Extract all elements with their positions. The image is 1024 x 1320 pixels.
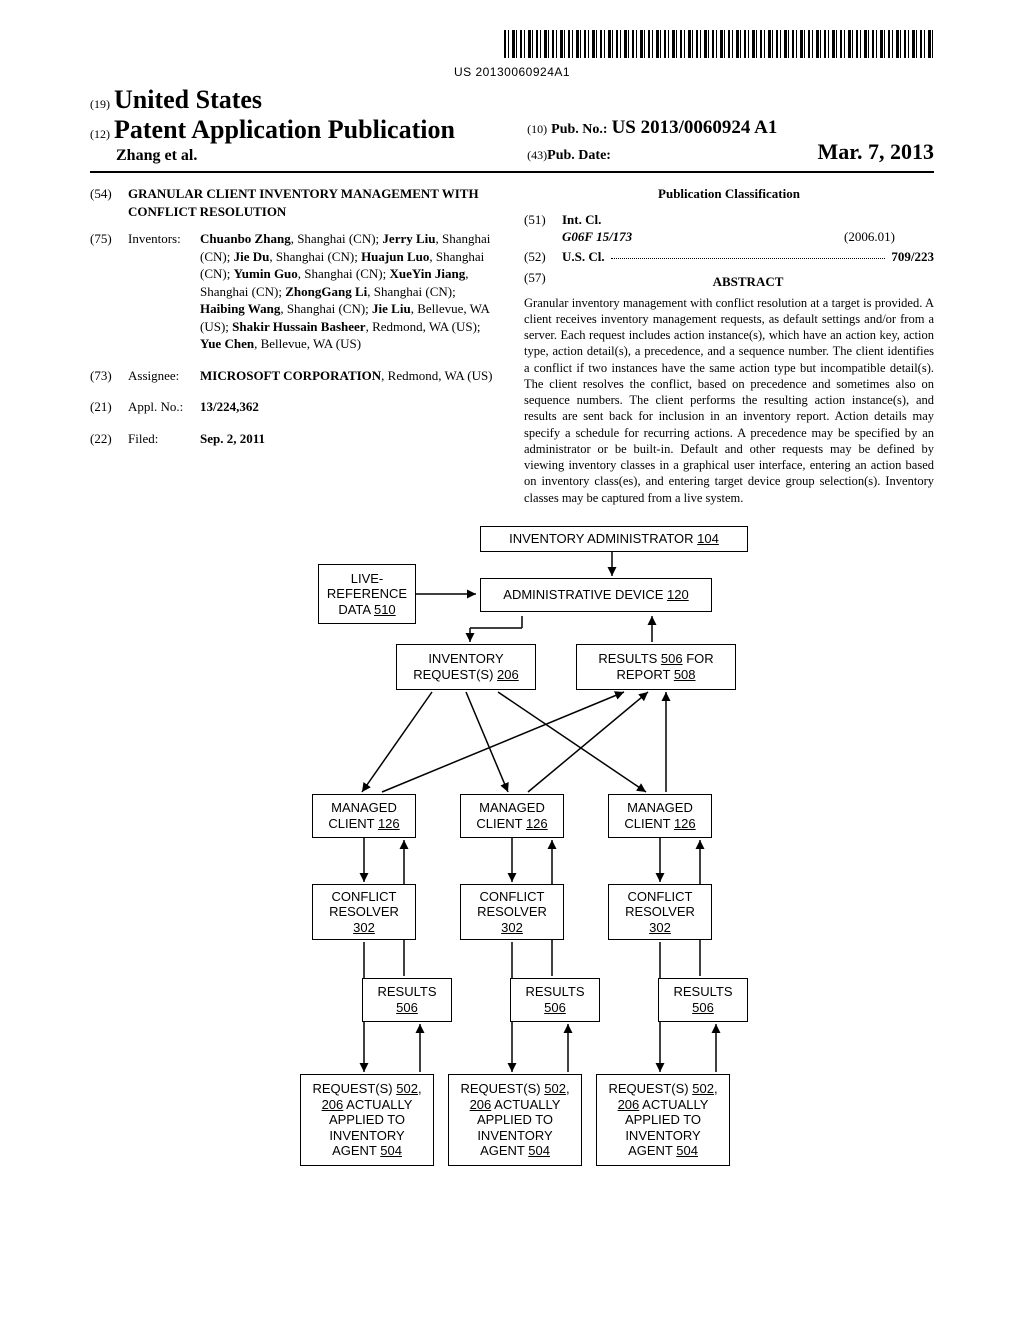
box-managed-client-1: MANAGED CLIENT 126 [312,794,416,838]
box-requests-applied-2: REQUEST(S) 502, 206 ACTUALLY APPLIED TO … [448,1074,582,1166]
req-applied-ref2-2: 206 [470,1097,492,1112]
pub-date-label: Pub. Date: [547,148,611,164]
conflict-resolver-ref-3: 302 [649,920,671,935]
inv-admin-text: INVENTORY ADMINISTRATOR [509,531,697,546]
filed-label: Filed: [128,430,200,448]
field-code-21: (21) [90,398,128,416]
intcl-date: (2006.01) [844,228,934,246]
req-applied-ref3-3: 504 [676,1143,698,1158]
field-code-73: (73) [90,367,128,385]
req-applied-label-2a: REQUEST(S) [460,1081,544,1096]
box-managed-client-2: MANAGED CLIENT 126 [460,794,564,838]
results-text-3: RESULTS [674,984,733,999]
publication-type: Patent Application Publication [114,115,455,144]
box-administrative-device: ADMINISTRATIVE DEVICE 120 [480,578,712,612]
results-ref-1: 506 [396,1000,418,1015]
box-requests-applied-3: REQUEST(S) 502, 206 ACTUALLY APPLIED TO … [596,1074,730,1166]
results-ref-2: 506 [544,1000,566,1015]
field-code-54: (54) [90,185,128,220]
authors-short: Zhang et al. [90,147,517,165]
conflict-resolver-ref-1: 302 [353,920,375,935]
inv-req-text: INVENTORY REQUEST(S) [413,651,503,682]
filed-value: Sep. 2, 2011 [200,430,500,448]
abstract-text: Granular inventory management with confl… [524,295,934,506]
box-requests-applied-1: REQUEST(S) 502, 206 ACTUALLY APPLIED TO … [300,1074,434,1166]
inventors-list: Chuanbo Zhang, Shanghai (CN); Jerry Liu,… [200,230,500,353]
applno-value: 13/224,362 [200,398,500,416]
country: United States [114,85,262,114]
results-text-1: RESULTS [378,984,437,999]
box-results-for-report: RESULTS 506 FOR REPORT 508 [576,644,736,690]
field-code-51: (51) [524,211,562,246]
box-results-3: RESULTS 506 [658,978,748,1022]
applno-label: Appl. No.: [128,398,200,416]
intcl-label: Int. Cl. [562,211,934,229]
field-code-12: (12) [90,127,110,141]
admin-device-text: ADMINISTRATIVE DEVICE [503,587,667,602]
box-inventory-requests: INVENTORY REQUEST(S) 206 [396,644,536,690]
inv-admin-ref: 104 [697,531,719,546]
uscl-value: 709/223 [891,248,934,266]
box-results-2: RESULTS 506 [510,978,600,1022]
conflict-resolver-text-2: CONFLICT RESOLVER [477,889,547,920]
field-code-22: (22) [90,430,128,448]
classification-heading: Publication Classification [524,185,934,203]
left-column: (54) GRANULAR CLIENT INVENTORY MANAGEMEN… [90,185,500,506]
results-ref-3: 506 [692,1000,714,1015]
report-ref: 508 [674,667,696,682]
conflict-resolver-ref-2: 302 [501,920,523,935]
field-code-10: (10) [527,122,547,136]
pub-no-value: US 2013/0060924 A1 [612,117,778,138]
barcode-number: US 20130060924A1 [90,65,934,79]
field-code-75: (75) [90,230,128,353]
uscl-label: U.S. Cl. [562,248,605,266]
req-applied-label-3a: REQUEST(S) [608,1081,692,1096]
field-code-43: (43) [527,148,547,163]
conflict-resolver-text-1: CONFLICT RESOLVER [329,889,399,920]
managed-client-ref-3: 126 [674,816,696,831]
results-for-label: RESULTS [598,651,661,666]
live-ref-ref: 510 [374,602,396,617]
inv-req-ref: 206 [497,667,519,682]
inventors-label: Inventors: [128,230,200,353]
req-applied-ref1-3: 502 [692,1081,714,1096]
managed-client-ref-2: 126 [526,816,548,831]
box-conflict-resolver-3: CONFLICT RESOLVER 302 [608,884,712,940]
req-applied-ref2-3: 206 [618,1097,640,1112]
conflict-resolver-text-3: CONFLICT RESOLVER [625,889,695,920]
barcode-block: US 20130060924A1 [90,30,934,79]
managed-client-ref-1: 126 [378,816,400,831]
uscl-dots [611,248,886,259]
req-applied-ref3-2: 504 [528,1143,550,1158]
assignee-label: Assignee: [128,367,200,385]
box-results-1: RESULTS 506 [362,978,452,1022]
box-inventory-administrator: INVENTORY ADMINISTRATOR 104 [480,526,748,552]
admin-device-ref: 120 [667,587,689,602]
header-divider [90,171,934,173]
assignee-value: MICROSOFT CORPORATION, Redmond, WA (US) [200,367,500,385]
intcl-code: G06F 15/173 [562,228,844,246]
results-text-2: RESULTS [526,984,585,999]
document-header: (19) United States (12) Patent Applicati… [90,85,934,165]
barcode-graphic [504,30,934,58]
req-applied-ref2-1: 206 [322,1097,344,1112]
field-code-19: (19) [90,97,110,111]
box-conflict-resolver-2: CONFLICT RESOLVER 302 [460,884,564,940]
box-conflict-resolver-1: CONFLICT RESOLVER 302 [312,884,416,940]
field-code-52: (52) [524,248,562,266]
req-applied-ref3-1: 504 [380,1143,402,1158]
right-column: Publication Classification (51) Int. Cl.… [524,185,934,506]
req-applied-label-1a: REQUEST(S) [312,1081,396,1096]
box-managed-client-3: MANAGED CLIENT 126 [608,794,712,838]
box-live-reference-data: LIVE- REFERENCE DATA 510 [318,564,416,624]
pub-no-label: Pub. No.: [551,122,607,137]
results-for-ref: 506 [661,651,683,666]
abstract-heading: ABSTRACT [562,273,934,291]
field-code-57: (57) [524,269,562,293]
invention-title: GRANULAR CLIENT INVENTORY MANAGEMENT WIT… [128,185,500,220]
pub-date-value: Mar. 7, 2013 [817,139,934,165]
req-applied-ref1-2: 502 [544,1081,566,1096]
req-applied-ref1-1: 502 [396,1081,418,1096]
figure-diagram: INVENTORY ADMINISTRATOR 104 LIVE- REFERE… [232,524,792,1194]
